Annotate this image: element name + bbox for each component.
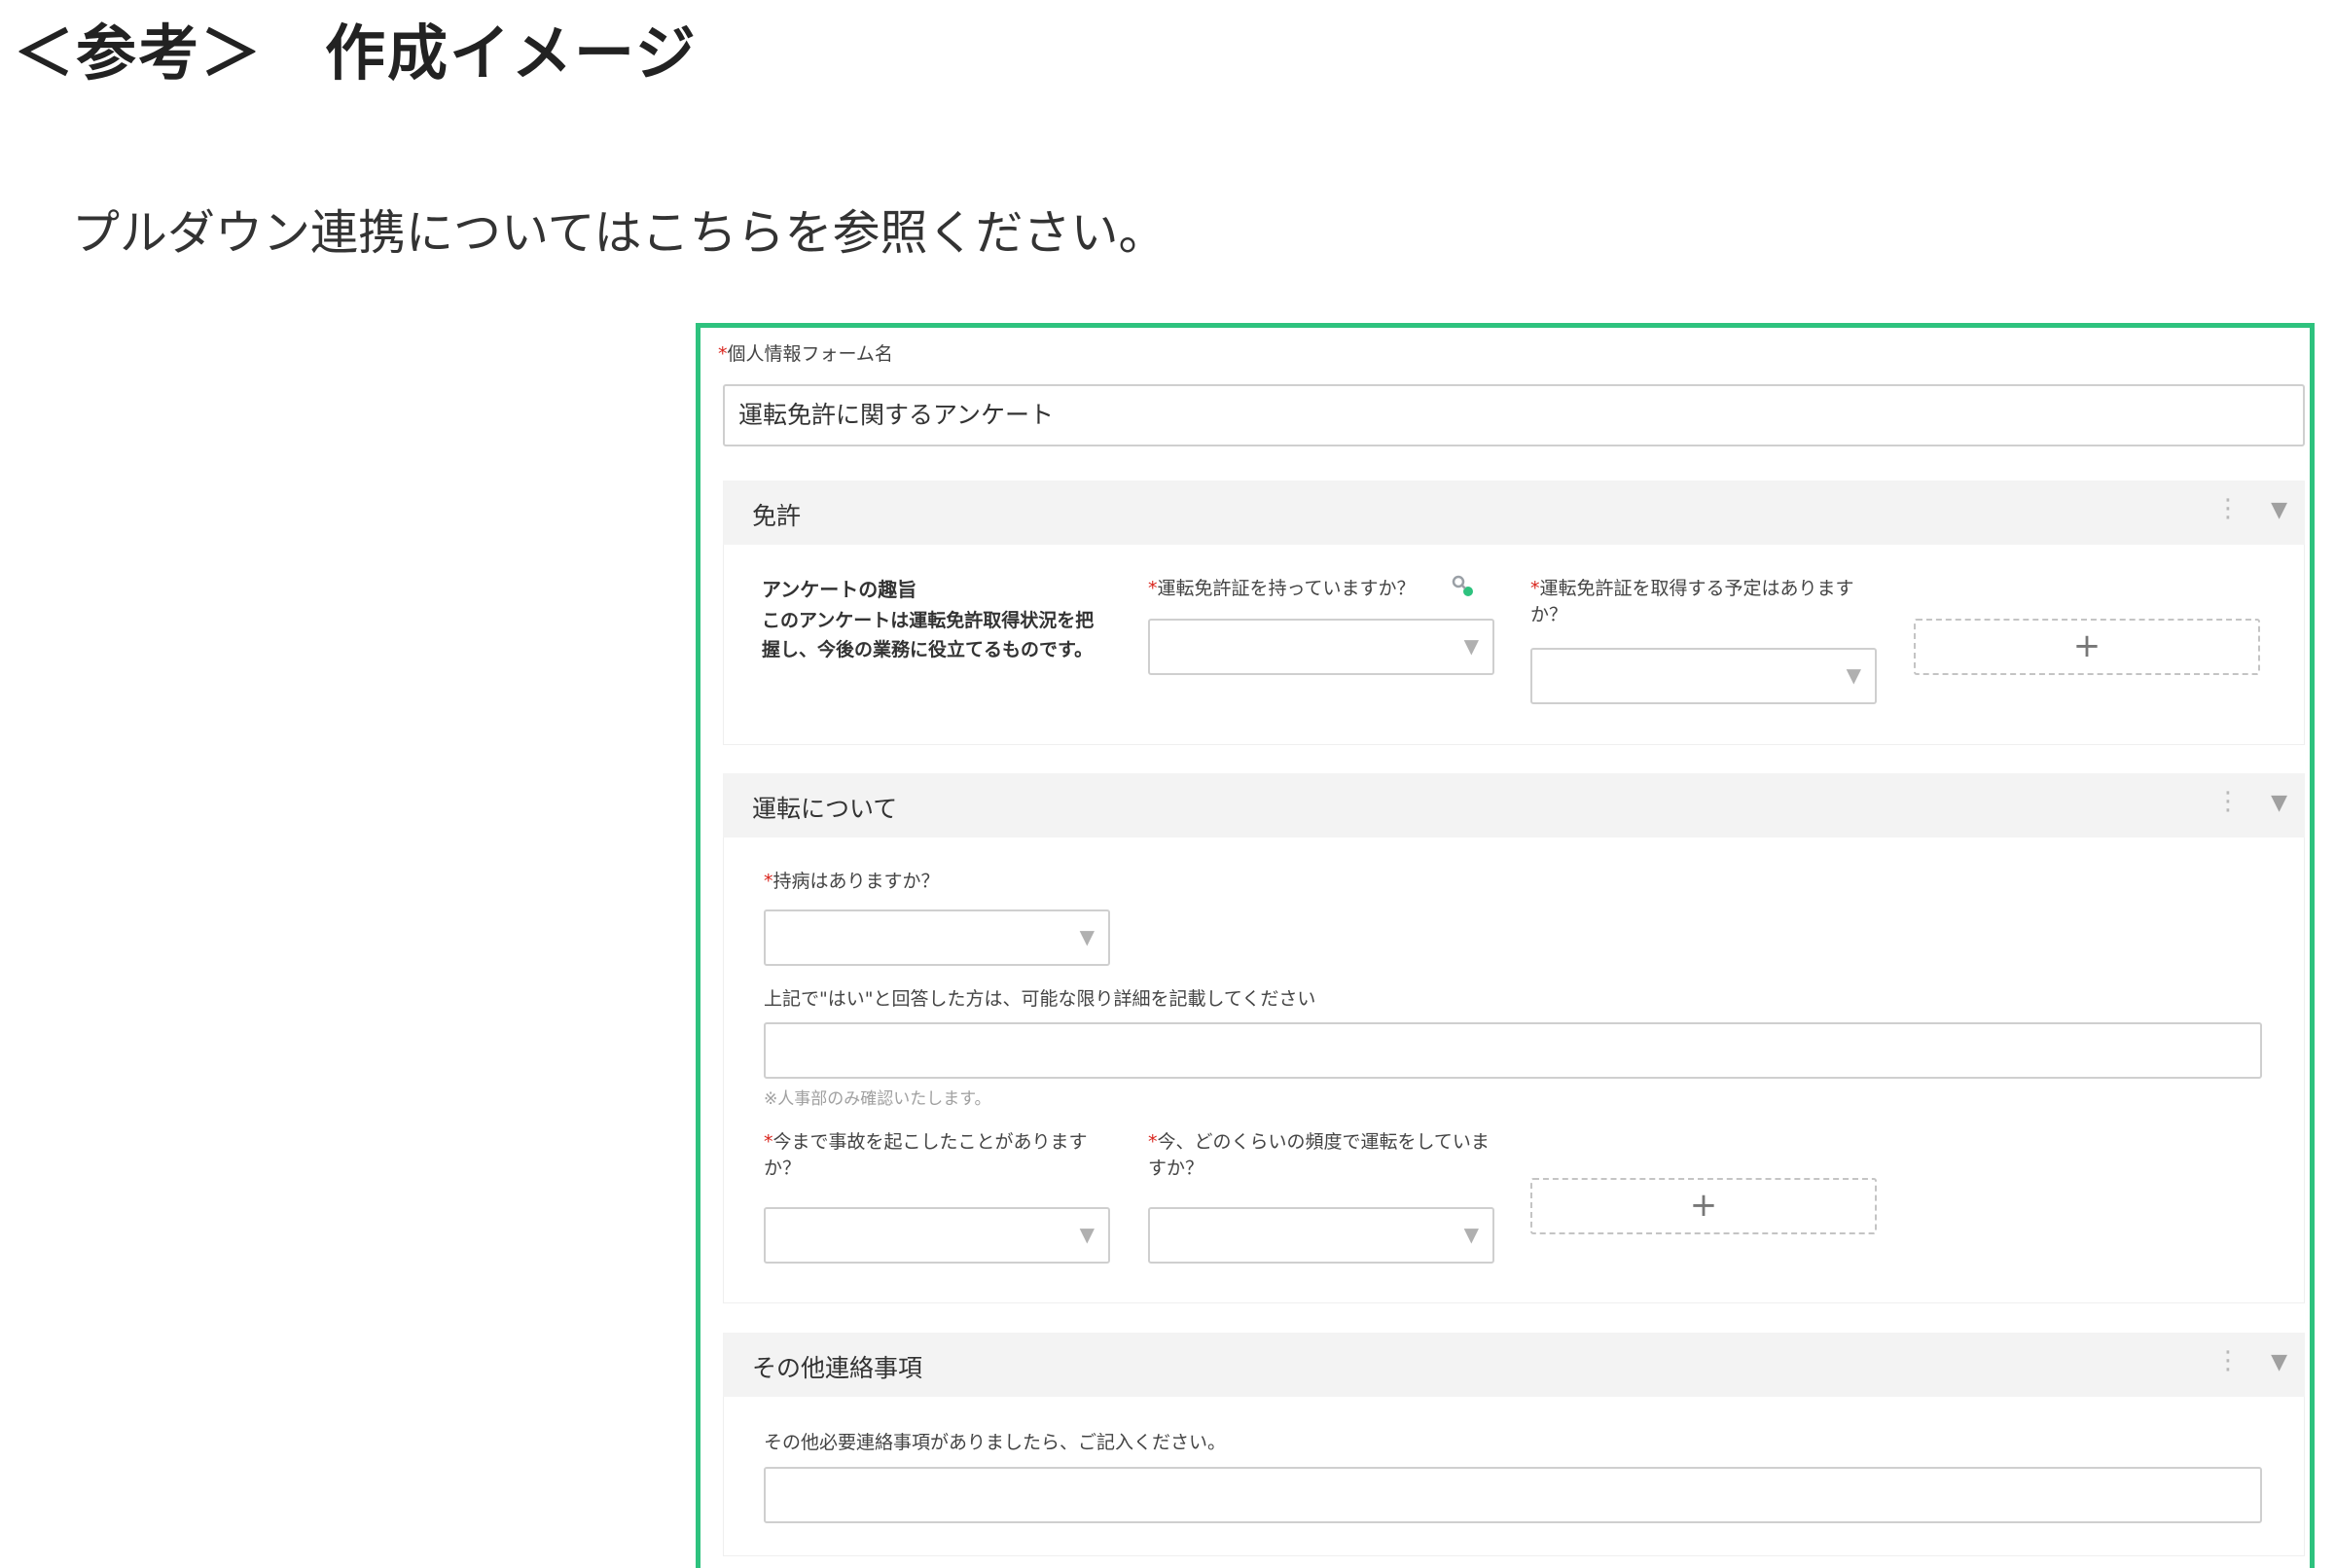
section-other: その他連絡事項 ⋮ ▼ その他必要連絡事項がありましたら、ご記入ください。 xyxy=(723,1333,2305,1556)
add-field-button[interactable]: + xyxy=(1914,619,2260,675)
chevron-down-icon: ▼ xyxy=(1079,925,1095,948)
section-header[interactable]: その他連絡事項 ⋮ ▼ xyxy=(723,1333,2305,1397)
section-driving: 運転について ⋮ ▼ *持病はありますか？ ▼ 上記で"はい"と回答した方は、可… xyxy=(723,773,2305,1303)
accident-select[interactable]: ▼ xyxy=(764,1207,1110,1264)
driving-frequency-select[interactable]: ▼ xyxy=(1148,1207,1494,1264)
question-chronic-illness-label: *持病はありますか？ xyxy=(764,867,940,893)
chevron-down-icon: ▼ xyxy=(1846,663,1861,687)
add-field-button[interactable]: + xyxy=(1530,1178,1877,1234)
question-label-text: 今まで事故を起こしたことがありますか？ xyxy=(764,1131,1088,1179)
question-driving-frequency-label: *今、どのくらいの頻度で運転をしていますか？ xyxy=(1148,1127,1498,1180)
description-text: このアンケートは運転免許取得状況を把握し、今後の業務に役立てるものです。 xyxy=(762,610,1095,660)
form-name-label-text: 個人情報フォーム名 xyxy=(727,343,893,365)
required-mark: * xyxy=(764,1131,773,1153)
link-key-icon[interactable] xyxy=(1451,574,1476,599)
description-block: アンケートの趣旨 このアンケートは運転免許取得状況を把握し、今後の業務に役立てる… xyxy=(762,574,1098,664)
question-label-text: 運転免許証を取得する予定はありますか？ xyxy=(1530,578,1854,625)
collapse-toggle-icon[interactable]: ▼ xyxy=(2271,498,2287,522)
chronic-illness-select[interactable]: ▼ xyxy=(764,909,1110,966)
other-notes-label: その他必要連絡事項がありましたら、ご記入ください。 xyxy=(764,1432,1227,1453)
detail-label: 上記で"はい"と回答した方は、可能な限り詳細を記載してください xyxy=(764,988,1316,1010)
required-mark: * xyxy=(1148,578,1158,599)
question-plan-license-label: *運転免許証を取得する予定はありますか？ xyxy=(1530,574,1881,626)
required-mark: * xyxy=(1148,1131,1158,1153)
plan-license-select[interactable]: ▼ xyxy=(1530,648,1877,704)
form-name-label: *個人情報フォーム名 xyxy=(718,339,893,366)
intro-text[interactable]: プルダウン連携についてはこちらを参照ください。 xyxy=(72,195,1167,264)
required-mark: * xyxy=(764,871,773,892)
question-label-text: 今、どのくらいの頻度で運転をしていますか？ xyxy=(1148,1131,1490,1179)
required-mark: * xyxy=(718,343,728,365)
more-menu-icon[interactable]: ⋮ xyxy=(2215,787,2241,816)
collapse-toggle-icon[interactable]: ▼ xyxy=(2271,791,2287,815)
has-license-select[interactable]: ▼ xyxy=(1148,619,1494,675)
detail-input[interactable] xyxy=(764,1022,2262,1079)
more-menu-icon[interactable]: ⋮ xyxy=(2215,1346,2241,1375)
chevron-down-icon: ▼ xyxy=(1079,1223,1095,1246)
detail-note: ※人事部のみ確認いたします。 xyxy=(764,1089,991,1109)
chevron-down-icon: ▼ xyxy=(1463,1223,1479,1246)
description-title: アンケートの趣旨 xyxy=(762,578,917,601)
form-name-input[interactable]: 運転免許に関するアンケート xyxy=(723,384,2305,446)
required-mark: * xyxy=(1530,578,1540,599)
section-title: 運転について xyxy=(752,795,898,823)
collapse-toggle-icon[interactable]: ▼ xyxy=(2271,1350,2287,1374)
section-header[interactable]: 免許 ⋮ ▼ xyxy=(723,481,2305,545)
page-heading: ＜参考＞ 作成イメージ xyxy=(14,18,698,89)
question-label-text: 持病はありますか？ xyxy=(772,871,940,892)
section-license: 免許 ⋮ ▼ アンケートの趣旨 このアンケートは運転免許取得状況を把握し、今後の… xyxy=(723,481,2305,745)
chevron-down-icon: ▼ xyxy=(1463,634,1479,658)
question-label-text: 運転免許証を持っていますか？ xyxy=(1157,578,1416,599)
form-preview-frame: *個人情報フォーム名 運転免許に関するアンケート 免許 ⋮ ▼ アンケートの趣旨… xyxy=(696,323,2315,1568)
section-header[interactable]: 運転について ⋮ ▼ xyxy=(723,773,2305,837)
question-has-license-label: *運転免許証を持っていますか？ xyxy=(1148,574,1416,600)
more-menu-icon[interactable]: ⋮ xyxy=(2215,494,2241,523)
section-title: その他連絡事項 xyxy=(752,1354,923,1382)
other-notes-input[interactable] xyxy=(764,1467,2262,1523)
section-title: 免許 xyxy=(752,502,802,530)
question-accident-label: *今まで事故を起こしたことがありますか？ xyxy=(764,1127,1114,1180)
